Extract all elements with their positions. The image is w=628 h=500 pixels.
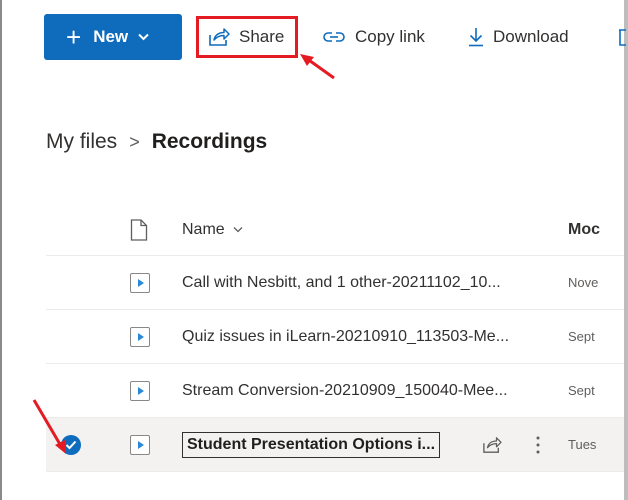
- table-row[interactable]: Quiz issues in iLearn-20210910_113503-Me…: [46, 310, 624, 364]
- scrollbar-track[interactable]: [624, 0, 628, 500]
- chevron-down-icon: [233, 227, 243, 233]
- delete-button[interactable]: [618, 14, 628, 60]
- file-name[interactable]: Stream Conversion-20210909_150040-Mee...: [182, 364, 508, 417]
- file-modified: Tues: [568, 437, 597, 452]
- chevron-down-icon: [138, 33, 149, 41]
- file-icon: [130, 218, 148, 241]
- video-file-icon: [130, 434, 150, 455]
- file-modified: Nove: [568, 275, 599, 290]
- breadcrumb-current: Recordings: [151, 130, 268, 153]
- download-button-label: Download: [493, 27, 569, 46]
- copy-link-button[interactable]: Copy link: [322, 14, 425, 60]
- file-list-header: Name Moc: [46, 204, 624, 256]
- video-file-icon: [130, 272, 150, 293]
- file-name-focus-box[interactable]: Student Presentation Options i...: [182, 431, 441, 458]
- share-highlight-box: [196, 16, 298, 58]
- trash-icon: [619, 29, 626, 46]
- row-checkbox[interactable]: [46, 418, 96, 471]
- file-icon-cell: [130, 310, 154, 363]
- copy-link-button-label: Copy link: [355, 27, 425, 46]
- file-list: Name Moc Call with Nesbitt, and 1 other-…: [46, 204, 624, 472]
- table-row[interactable]: Call with Nesbitt, and 1 other-20211102_…: [46, 256, 624, 310]
- file-type-header: [130, 204, 154, 255]
- download-icon: [469, 28, 483, 47]
- file-modified: Sept: [568, 329, 595, 344]
- column-header-modified[interactable]: Moc: [568, 204, 624, 255]
- column-header-name-label: Name: [182, 220, 225, 238]
- row-share-button[interactable]: [482, 418, 502, 471]
- file-icon-cell: [130, 256, 154, 309]
- breadcrumb: My files > Recordings: [46, 130, 267, 154]
- share-icon: [483, 436, 502, 453]
- new-button[interactable]: + New: [44, 14, 182, 60]
- breadcrumb-root[interactable]: My files: [46, 130, 117, 154]
- file-name[interactable]: Call with Nesbitt, and 1 other-20211102_…: [182, 256, 501, 309]
- download-button[interactable]: Download: [468, 14, 569, 60]
- video-file-icon: [130, 380, 150, 401]
- more-vertical-icon: [536, 436, 540, 453]
- file-icon-cell: [130, 418, 154, 471]
- row-more-button[interactable]: [536, 418, 540, 471]
- command-bar: + New Share Copy link Download: [2, 0, 626, 78]
- column-header-name[interactable]: Name: [182, 204, 243, 255]
- new-button-label: New: [93, 27, 129, 46]
- table-row[interactable]: Stream Conversion-20210909_150040-Mee...…: [46, 364, 624, 418]
- check-circle-icon: [61, 434, 81, 455]
- file-name[interactable]: Quiz issues in iLearn-20210910_113503-Me…: [182, 310, 509, 363]
- plus-icon: +: [66, 22, 82, 52]
- file-icon-cell: [130, 364, 154, 417]
- table-row-selected[interactable]: Student Presentation Options i... Tues: [46, 418, 624, 472]
- file-modified: Sept: [568, 383, 595, 398]
- video-file-icon: [130, 326, 150, 347]
- file-name-selected[interactable]: Student Presentation Options i...: [182, 418, 441, 471]
- link-icon: [323, 32, 345, 42]
- breadcrumb-separator: >: [129, 131, 140, 152]
